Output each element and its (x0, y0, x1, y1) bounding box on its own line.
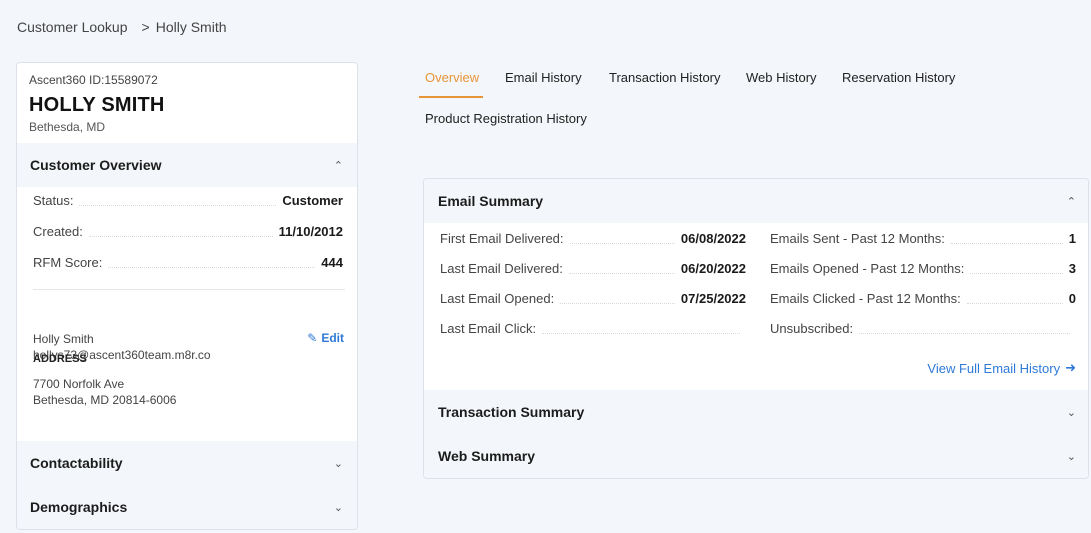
email-row-opened-12m: Emails Opened - Past 12 Months: 3 (770, 261, 1076, 276)
breadcrumb-separator: > (141, 19, 150, 35)
arrow-right-icon: ➜ (1065, 360, 1076, 375)
view-full-email-history-link[interactable]: View Full Email History ➜ (927, 360, 1076, 376)
row-value: 11/10/2012 (278, 224, 343, 239)
row-value: 06/08/2022 (680, 231, 746, 246)
row-value: Customer (282, 193, 343, 208)
tab-overview[interactable]: Overview (425, 70, 479, 85)
chevron-down-icon[interactable]: ⌄ (334, 501, 343, 514)
row-label: Created: (33, 224, 83, 239)
customer-location: Bethesda, MD (29, 120, 106, 134)
section-title: Demographics (30, 499, 128, 515)
row-label: RFM Score: (33, 255, 103, 270)
active-tab-indicator (419, 96, 483, 98)
chevron-down-icon[interactable]: ⌄ (1067, 406, 1076, 419)
tab-web-history[interactable]: Web History (746, 70, 817, 85)
overview-row-status: Status: Customer (33, 193, 343, 208)
email-row-unsubscribed: Unsubscribed: (770, 321, 1076, 336)
email-row-first-delivered: First Email Delivered: 06/08/2022 (440, 231, 746, 246)
tab-reservation-history[interactable]: Reservation History (842, 70, 955, 85)
breadcrumb-root-link[interactable]: Customer Lookup (17, 19, 128, 35)
edit-button[interactable]: ✎ Edit (307, 331, 344, 345)
web-summary-header[interactable]: Web Summary ⌄ (424, 434, 1088, 478)
email-row-last-click: Last Email Click: (440, 321, 746, 336)
row-label: Emails Clicked - Past 12 Months: (770, 291, 961, 306)
divider (33, 289, 345, 290)
row-value: 07/25/2022 (680, 291, 746, 306)
chevron-down-icon[interactable]: ⌄ (334, 457, 343, 470)
summary-card: Email Summary ⌃ First Email Delivered: 0… (423, 178, 1089, 479)
chevron-up-icon[interactable]: ⌃ (334, 159, 343, 172)
customer-name: HOLLY SMITH (29, 94, 165, 116)
section-title: Web Summary (438, 448, 535, 464)
email-row-clicked-12m: Emails Clicked - Past 12 Months: 0 (770, 291, 1076, 306)
pencil-icon: ✎ (307, 331, 318, 345)
section-title: Transaction Summary (438, 404, 585, 420)
row-label: Last Email Opened: (440, 291, 555, 306)
row-label: Last Email Delivered: (440, 261, 563, 276)
view-full-label: View Full Email History (927, 360, 1061, 376)
section-title: Customer Overview (30, 157, 162, 173)
row-value: 444 (321, 255, 343, 270)
overview-row-rfm: RFM Score: 444 (33, 255, 343, 270)
email-row-last-opened: Last Email Opened: 07/25/2022 (440, 291, 746, 306)
customer-card: Ascent360 ID:15589072 HOLLY SMITH Bethes… (16, 62, 358, 530)
customer-overview-header[interactable]: Customer Overview ⌃ (17, 143, 357, 187)
row-value: 3 (1068, 261, 1076, 276)
contact-name: Holly Smith (33, 332, 94, 346)
customer-id: Ascent360 ID:15589072 (29, 73, 158, 87)
tab-product-registration-history[interactable]: Product Registration History (425, 111, 587, 126)
email-row-last-delivered: Last Email Delivered: 06/20/2022 (440, 261, 746, 276)
row-label: Emails Sent - Past 12 Months: (770, 231, 945, 246)
transaction-summary-header[interactable]: Transaction Summary ⌄ (424, 390, 1088, 434)
chevron-down-icon[interactable]: ⌄ (1067, 450, 1076, 463)
row-value: 0 (1068, 291, 1076, 306)
address-line-1: 7700 Norfolk Ave (33, 377, 125, 391)
breadcrumb-current: Holly Smith (155, 19, 227, 35)
section-title: Contactability (30, 455, 123, 471)
breadcrumb: Customer Lookup > Holly Smith (17, 19, 227, 35)
edit-label: Edit (321, 331, 344, 345)
email-row-sent-12m: Emails Sent - Past 12 Months: 1 (770, 231, 1076, 246)
row-label: Status: (33, 193, 74, 208)
overview-row-created: Created: 11/10/2012 (33, 224, 343, 239)
row-label: Unsubscribed: (770, 321, 854, 336)
row-value: 1 (1068, 231, 1076, 246)
section-title: Email Summary (438, 193, 544, 209)
chevron-up-icon[interactable]: ⌃ (1067, 195, 1076, 208)
tab-transaction-history[interactable]: Transaction History (609, 70, 721, 85)
contactability-header[interactable]: Contactability ⌄ (17, 441, 357, 485)
row-label: Emails Opened - Past 12 Months: (770, 261, 965, 276)
row-value: 06/20/2022 (680, 261, 746, 276)
tab-email-history[interactable]: Email History (505, 70, 582, 85)
address-label: ADDRESS (33, 353, 87, 365)
row-label: Last Email Click: (440, 321, 537, 336)
email-summary-header[interactable]: Email Summary ⌃ (424, 179, 1088, 223)
row-label: First Email Delivered: (440, 231, 564, 246)
demographics-header[interactable]: Demographics ⌄ (17, 485, 357, 529)
address-line-2: Bethesda, MD 20814-6006 (33, 393, 177, 407)
